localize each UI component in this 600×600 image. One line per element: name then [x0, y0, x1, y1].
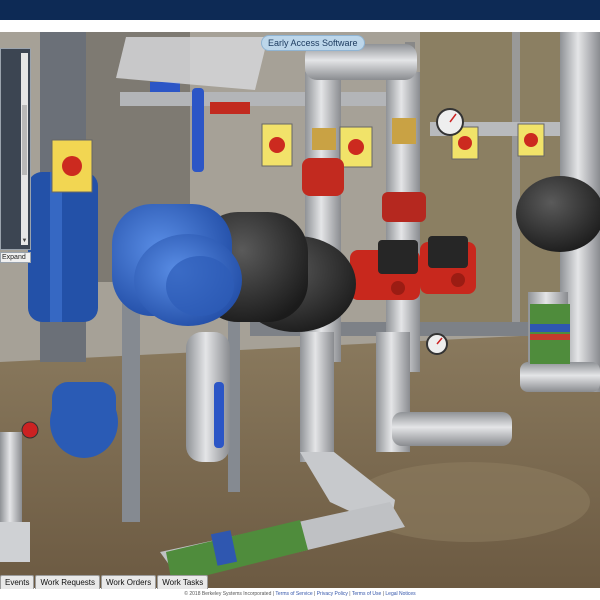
- tab-work-tasks[interactable]: Work Tasks: [157, 575, 209, 589]
- tab-events[interactable]: Events: [0, 575, 35, 589]
- early-access-badge: Early Access Software: [261, 35, 365, 51]
- footer-separator: |: [314, 591, 316, 597]
- footer: © 2018 Berkeley Systems Incorporated | T…: [0, 589, 600, 600]
- footer-link-privacy-policy[interactable]: Privacy Policy: [317, 591, 348, 597]
- footer-separator: |: [349, 591, 351, 597]
- expand-button[interactable]: Expand: [0, 252, 31, 263]
- scroll-down-icon[interactable]: ▼: [21, 237, 28, 245]
- plant-room-panorama: [0, 32, 600, 588]
- header-spacer: [0, 20, 600, 32]
- footer-link-terms-of-use[interactable]: Terms of Use: [352, 591, 381, 597]
- footer-separator: |: [382, 591, 384, 597]
- footer-separator: |: [272, 591, 275, 597]
- tab-work-requests[interactable]: Work Requests: [35, 575, 101, 589]
- panorama-viewer[interactable]: [0, 32, 600, 588]
- app-header-bar: [0, 0, 600, 20]
- footer-link-legal-notices[interactable]: Legal Notices: [385, 591, 415, 597]
- side-panel-scroll-thumb[interactable]: [22, 105, 27, 175]
- tab-work-orders[interactable]: Work Orders: [101, 575, 157, 589]
- footer-copyright: © 2018 Berkeley Systems Incorporated: [184, 591, 272, 597]
- footer-link-terms-of-service[interactable]: Terms of Service: [275, 591, 312, 597]
- bottom-tab-bar: Events Work Requests Work Orders Work Ta…: [0, 575, 209, 589]
- side-panel[interactable]: ▲ ▼: [0, 48, 31, 250]
